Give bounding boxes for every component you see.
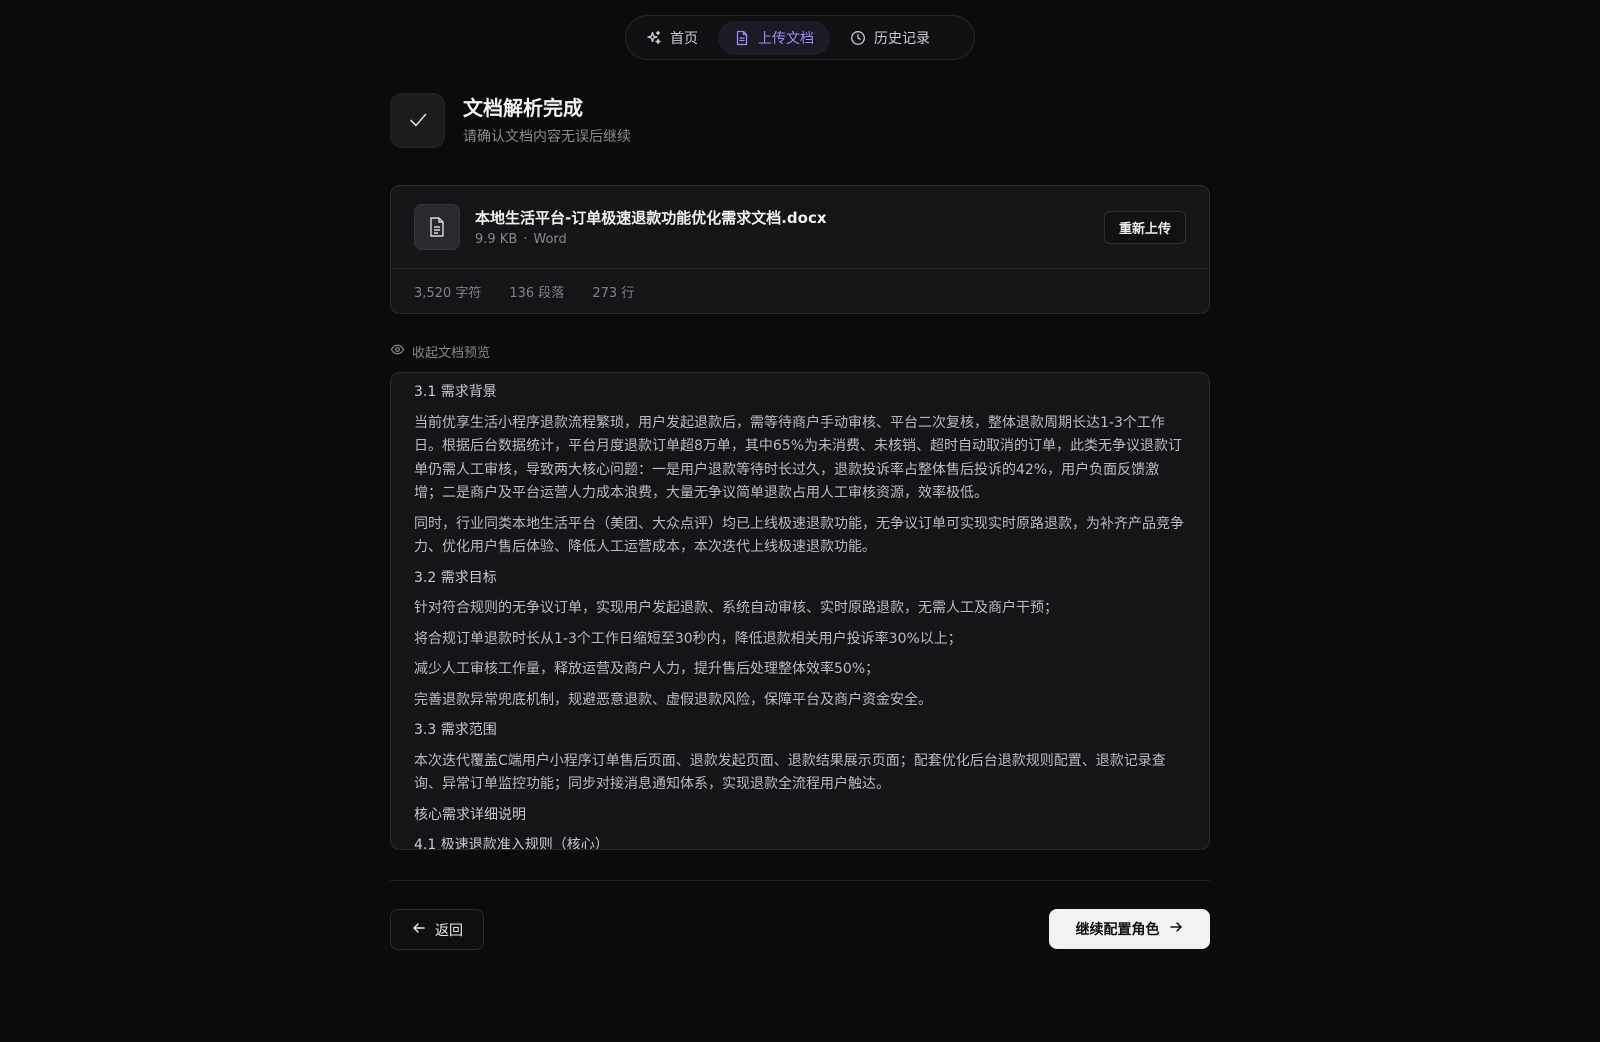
nav-item-label: 历史记录 (874, 30, 930, 47)
preview-paragraph: 本次迭代覆盖C端用户小程序订单售后页面、退款发起页面、退款结果展示页面；配套优化… (414, 752, 1166, 793)
file-stats: 3,520 字符 136 段落 273 行 (391, 269, 1209, 314)
file-type: Word (533, 231, 567, 247)
document-icon (734, 30, 750, 46)
file-name: 本地生活平台-订单极速退款功能优化需求文档.docx (475, 208, 827, 227)
preview-paragraph: 将合规订单退款时长从1-3个工作日缩短至30秒内，降低退款相关用户投诉率30%以… (414, 630, 962, 647)
stat-chars: 3,520 字符 (414, 286, 482, 301)
nav-item-label: 上传文档 (758, 30, 814, 47)
stat-lines: 273 行 (592, 286, 635, 301)
meta-separator: · (523, 231, 528, 247)
preview-paragraph: 针对符合规则的无争议订单，实现用户发起退款、系统自动审核、实时原路退款，无需人工… (414, 600, 1058, 616)
sparkle-icon (646, 30, 662, 46)
footer-divider (390, 880, 1210, 881)
top-nav: 首页 上传文档 历史记录 (625, 15, 975, 60)
file-meta: 9.9 KB · Word (475, 232, 1104, 247)
nav-item-home[interactable]: 首页 (630, 21, 714, 55)
preview-paragraph: 3.3 需求范围 (414, 722, 497, 738)
preview-paragraph: 3.2 需求目标 (414, 569, 497, 586)
preview-paragraph: 4.1 极速退款准入规则（核心） (414, 837, 609, 850)
back-button-label: 返回 (435, 922, 463, 939)
stat-paragraphs: 136 段落 (509, 286, 565, 301)
back-button[interactable]: 返回 (390, 909, 484, 950)
arrow-right-icon (1168, 919, 1184, 939)
collapse-preview-toggle[interactable]: 收起文档预览 (390, 342, 1210, 361)
file-document-icon (414, 204, 460, 250)
clock-icon (850, 30, 866, 46)
nav-item-label: 首页 (670, 30, 698, 47)
continue-config-roles-button[interactable]: 继续配置角色 (1049, 909, 1210, 949)
preview-paragraph: 3.1 需求背景 (414, 384, 497, 400)
page-title: 文档解析完成 (463, 96, 583, 120)
preview-toggle-label: 收起文档预览 (412, 345, 491, 361)
main-content: 文档解析完成 请确认文档内容无误后继续 本地生活平台-订单极速退款功能优化需求文… (390, 92, 1210, 850)
page-subtitle: 请确认文档内容无误后继续 (463, 129, 631, 145)
nav-item-upload[interactable]: 上传文档 (718, 20, 830, 55)
preview-paragraph: 完善退款异常兜底机制，规避恶意退款、虚假退款风险，保障平台及商户资金安全。 (414, 691, 932, 708)
preview-paragraph: 同时，行业同类本地生活平台（美团、大众点评）均已上线极速退款功能，无争议订单可实… (414, 515, 1184, 556)
file-card: 本地生活平台-订单极速退款功能优化需求文档.docx 9.9 KB · Word 重… (390, 185, 1210, 314)
arrow-left-icon (411, 920, 427, 940)
file-info: 本地生活平台-订单极速退款功能优化需求文档.docx 9.9 KB · Word (475, 208, 1104, 247)
reupload-button[interactable]: 重新上传 (1103, 210, 1186, 244)
check-icon (390, 92, 445, 148)
continue-button-label: 继续配置角色 (1075, 922, 1160, 938)
file-summary: 本地生活平台-订单极速退款功能优化需求文档.docx 9.9 KB · Word 重… (391, 186, 1209, 269)
page-header: 文档解析完成 请确认文档内容无误后继续 (390, 92, 1210, 148)
file-size: 9.9 KB (475, 231, 518, 247)
preview-paragraph: 核心需求详细说明 (414, 806, 526, 823)
header-text: 文档解析完成 请确认文档内容无误后继续 (463, 94, 631, 146)
preview-paragraph: 当前优享生活小程序退款流程繁琐，用户发起退款后，需等待商户手动审核、平台二次复核… (414, 414, 1183, 502)
preview-paragraph: 减少人工审核工作量，释放运营及商户人力，提升售后处理整体效率50%； (414, 661, 880, 677)
document-preview[interactable]: 3.1 需求背景 当前优享生活小程序退款流程繁琐，用户发起退款后，需等待商户手动… (390, 372, 1210, 850)
nav-item-history[interactable]: 历史记录 (834, 21, 946, 55)
eye-icon (390, 342, 405, 361)
